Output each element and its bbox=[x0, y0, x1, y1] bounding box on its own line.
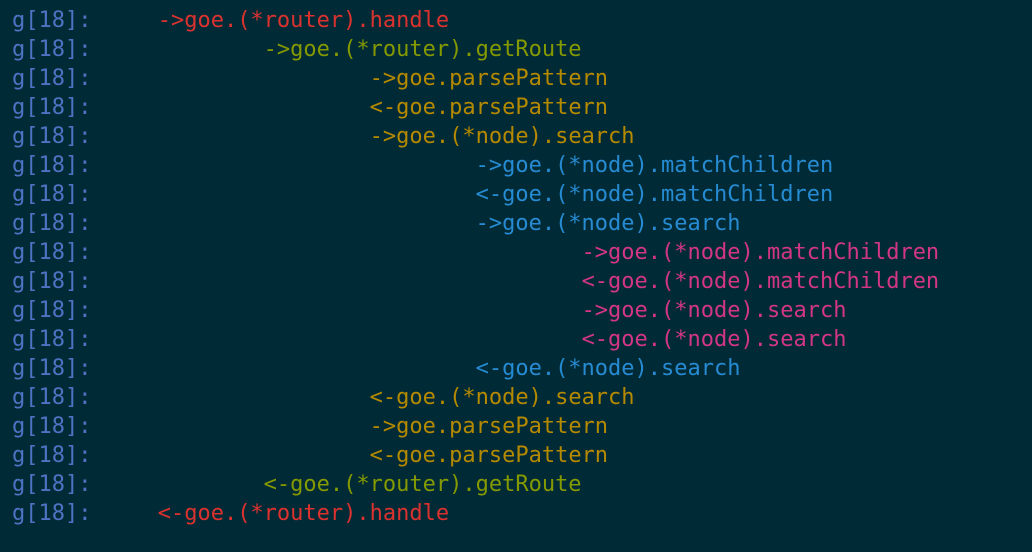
trace-line: g[18]: ->goe.parsePattern bbox=[12, 412, 1024, 441]
goroutine-prefix: g[18]: bbox=[12, 124, 92, 149]
call-exit: <-goe.(*router).getRoute bbox=[263, 472, 582, 497]
trace-line: g[18]: ->goe.parsePattern bbox=[12, 64, 1024, 93]
goroutine-prefix: g[18]: bbox=[12, 327, 92, 352]
call-exit: <-goe.(*node).search bbox=[369, 385, 635, 410]
trace-line: g[18]: ->goe.(*node).matchChildren bbox=[12, 151, 1024, 180]
call-exit: <-goe.(*node).matchChildren bbox=[581, 269, 940, 294]
goroutine-prefix: g[18]: bbox=[12, 95, 92, 120]
goroutine-prefix: g[18]: bbox=[12, 298, 92, 323]
call-entry: ->goe.(*node).search bbox=[369, 124, 635, 149]
trace-line: g[18]: ->goe.(*node).search bbox=[12, 209, 1024, 238]
call-exit: <-goe.parsePattern bbox=[369, 443, 609, 468]
call-exit: <-goe.(*node).matchChildren bbox=[475, 182, 834, 207]
call-exit: <-goe.(*node).search bbox=[581, 327, 847, 352]
goroutine-prefix: g[18]: bbox=[12, 385, 92, 410]
call-exit: <-goe.(*router).handle bbox=[157, 501, 450, 526]
trace-line: g[18]: ->goe.(*node).search bbox=[12, 122, 1024, 151]
goroutine-prefix: g[18]: bbox=[12, 269, 92, 294]
trace-line: g[18]: <-goe.(*node).matchChildren bbox=[12, 180, 1024, 209]
call-entry: ->goe.(*router).handle bbox=[157, 8, 450, 33]
goroutine-prefix: g[18]: bbox=[12, 37, 92, 62]
goroutine-prefix: g[18]: bbox=[12, 356, 92, 381]
trace-line: g[18]: ->goe.(*router).handle bbox=[12, 6, 1024, 35]
goroutine-prefix: g[18]: bbox=[12, 211, 92, 236]
goroutine-prefix: g[18]: bbox=[12, 443, 92, 468]
trace-line: g[18]: <-goe.(*node).search bbox=[12, 383, 1024, 412]
trace-line: g[18]: <-goe.(*node).matchChildren bbox=[12, 267, 1024, 296]
call-entry: ->goe.(*router).getRoute bbox=[263, 37, 582, 62]
trace-line: g[18]: <-goe.(*node).search bbox=[12, 354, 1024, 383]
call-entry: ->goe.(*node).search bbox=[581, 298, 847, 323]
goroutine-prefix: g[18]: bbox=[12, 414, 92, 439]
goroutine-prefix: g[18]: bbox=[12, 8, 92, 33]
call-entry: ->goe.parsePattern bbox=[369, 66, 609, 91]
call-exit: <-goe.(*node).search bbox=[475, 356, 741, 381]
trace-line: g[18]: ->goe.(*node).matchChildren bbox=[12, 238, 1024, 267]
trace-line: g[18]: ->goe.(*node).search bbox=[12, 296, 1024, 325]
trace-line: g[18]: <-goe.(*node).search bbox=[12, 325, 1024, 354]
trace-line: g[18]: <-goe.parsePattern bbox=[12, 441, 1024, 470]
terminal-output: g[18]: ->goe.(*router).handle g[18]: ->g… bbox=[12, 6, 1024, 528]
trace-line: g[18]: <-goe.(*router).handle bbox=[12, 499, 1024, 528]
trace-line: g[18]: ->goe.(*router).getRoute bbox=[12, 35, 1024, 64]
goroutine-prefix: g[18]: bbox=[12, 472, 92, 497]
call-entry: ->goe.(*node).search bbox=[475, 211, 741, 236]
trace-line: g[18]: <-goe.(*router).getRoute bbox=[12, 470, 1024, 499]
goroutine-prefix: g[18]: bbox=[12, 66, 92, 91]
goroutine-prefix: g[18]: bbox=[12, 182, 92, 207]
goroutine-prefix: g[18]: bbox=[12, 501, 92, 526]
goroutine-prefix: g[18]: bbox=[12, 240, 92, 265]
call-entry: ->goe.(*node).matchChildren bbox=[475, 153, 834, 178]
call-entry: ->goe.parsePattern bbox=[369, 414, 609, 439]
goroutine-prefix: g[18]: bbox=[12, 153, 92, 178]
call-entry: ->goe.(*node).matchChildren bbox=[581, 240, 940, 265]
call-exit: <-goe.parsePattern bbox=[369, 95, 609, 120]
trace-line: g[18]: <-goe.parsePattern bbox=[12, 93, 1024, 122]
